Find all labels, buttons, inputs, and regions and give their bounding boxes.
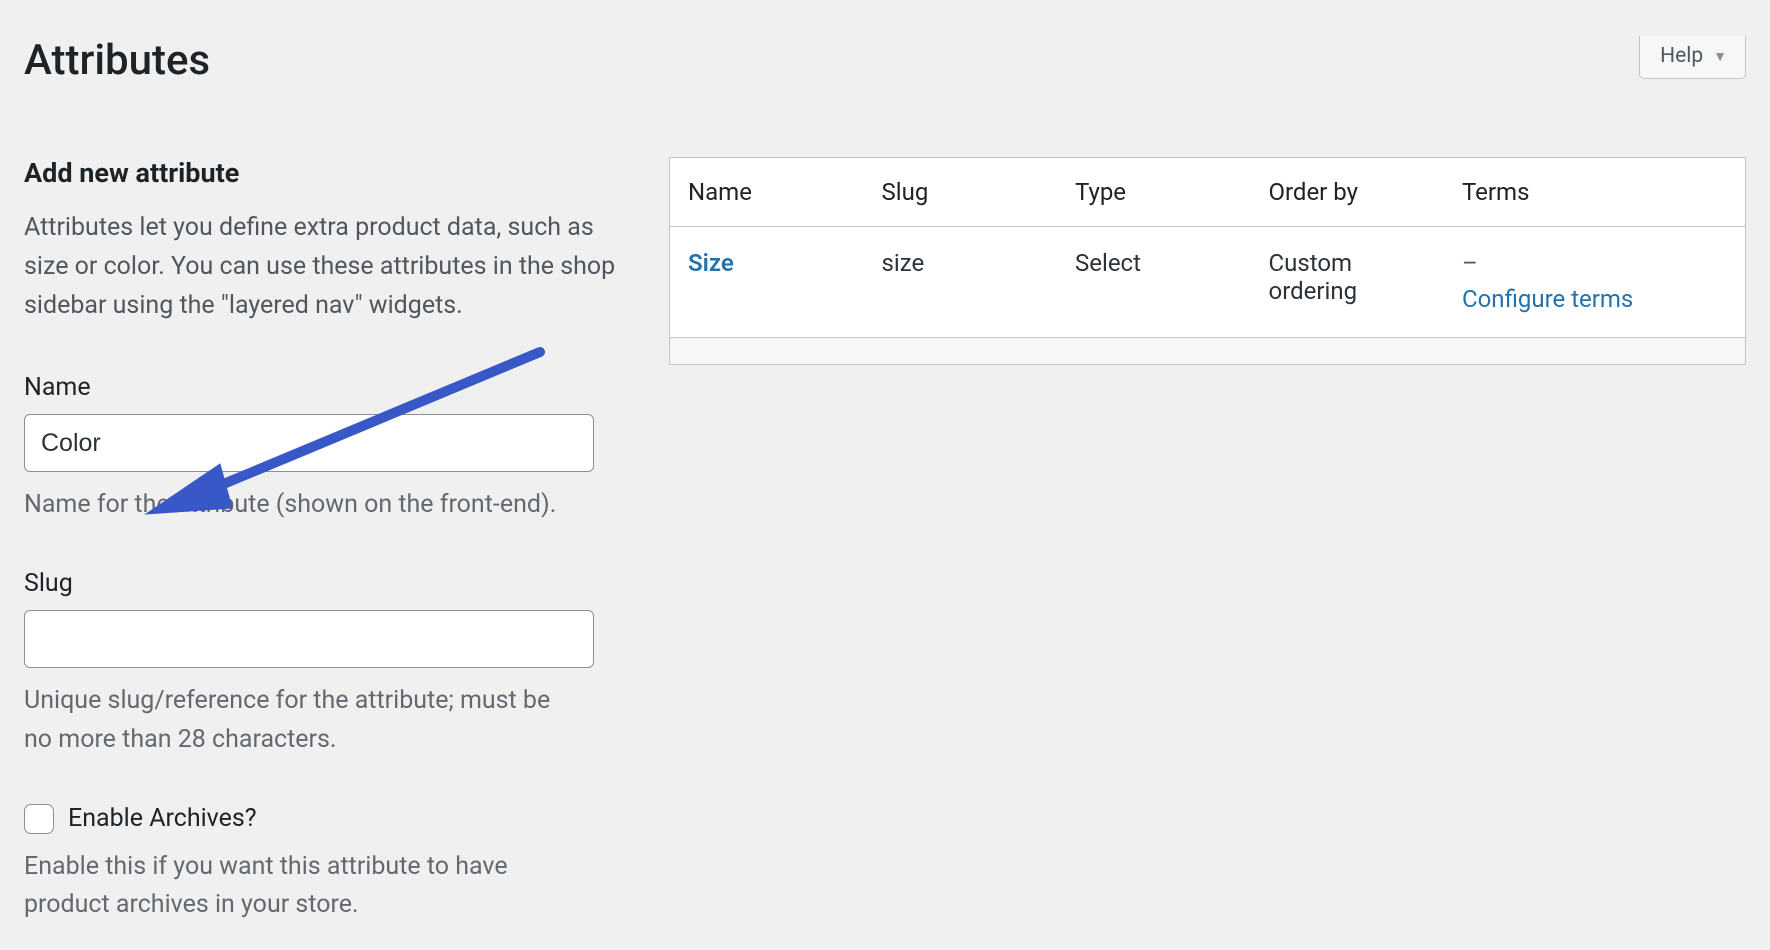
slug-help: Unique slug/reference for the attribute;…	[24, 682, 584, 760]
col-terms: Terms	[1444, 158, 1745, 227]
terms-dash: –	[1462, 249, 1727, 277]
col-order-by: Order by	[1251, 158, 1445, 227]
table-header-row: Name Slug Type Order by Terms	[670, 158, 1745, 227]
form-intro: Attributes let you define extra product …	[24, 209, 624, 325]
attribute-type: Select	[1057, 227, 1251, 337]
configure-terms-link[interactable]: Configure terms	[1462, 285, 1633, 313]
attribute-order-by: Custom ordering	[1251, 227, 1445, 337]
enable-archives-checkbox[interactable]	[24, 804, 54, 834]
col-name: Name	[670, 158, 864, 227]
attribute-name-link[interactable]: Size	[688, 249, 734, 277]
table-row: Size size Select Custom ordering – Confi…	[670, 227, 1745, 337]
attributes-table-wrap: Name Slug Type Order by Terms Size size …	[669, 157, 1746, 365]
col-slug: Slug	[864, 158, 1058, 227]
enable-archives-label: Enable Archives?	[68, 804, 257, 833]
name-input[interactable]	[24, 414, 594, 472]
help-toggle[interactable]: Help ▼	[1639, 36, 1746, 79]
table-footer-spacer	[670, 337, 1745, 364]
chevron-down-icon: ▼	[1713, 48, 1727, 65]
name-label: Name	[24, 373, 629, 402]
add-attribute-form: Add new attribute Attributes let you def…	[24, 157, 629, 939]
slug-label: Slug	[24, 569, 629, 598]
form-heading: Add new attribute	[24, 157, 629, 189]
slug-input[interactable]	[24, 610, 594, 668]
enable-archives-help: Enable this if you want this attribute t…	[24, 848, 584, 926]
col-type: Type	[1057, 158, 1251, 227]
help-label: Help	[1660, 44, 1703, 68]
attribute-slug: size	[864, 227, 1058, 337]
name-help: Name for the attribute (shown on the fro…	[24, 486, 584, 525]
page-title: Attributes	[24, 36, 1746, 85]
attributes-table: Name Slug Type Order by Terms Size size …	[669, 157, 1746, 365]
